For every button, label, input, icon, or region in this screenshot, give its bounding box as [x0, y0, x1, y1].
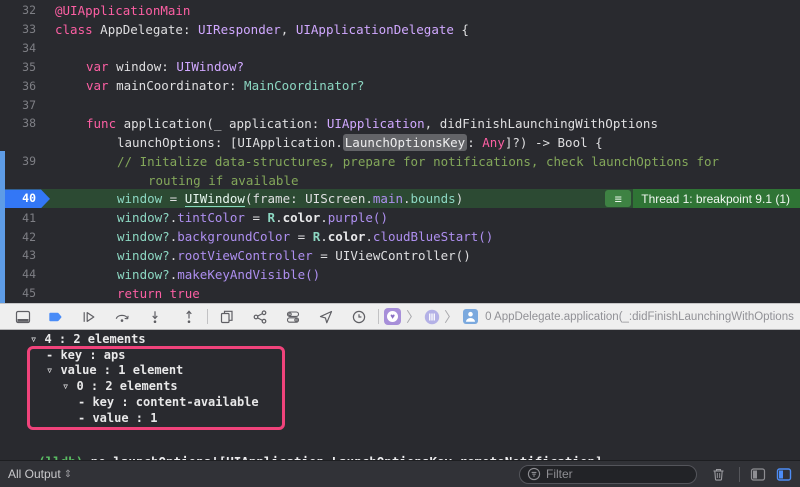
code-text: launchOptions: [UIApplication.LaunchOpti… [42, 135, 603, 150]
code-text: window = UIWindow(frame: UIScreen.main.b… [50, 191, 463, 206]
environment-overrides-icon[interactable] [285, 309, 301, 325]
code-text: window?.tintColor = R.color.purple() [42, 210, 388, 225]
line-number[interactable]: 33 [0, 22, 42, 36]
code-line-35[interactable]: 35var window: UIWindow? [0, 58, 800, 77]
code-text: @UIApplicationMain [42, 3, 190, 18]
thread-icon[interactable] [424, 309, 440, 325]
console-output-line: ▿ value : 1 element [0, 363, 800, 379]
line-number[interactable]: 35 [0, 60, 42, 74]
stack-frame-icon[interactable] [463, 309, 478, 324]
code-text: func application(_ application: UIApplic… [42, 116, 658, 131]
debug-console[interactable]: ▿ 4 : 2 elements- key : aps▿ value : 1 e… [0, 330, 800, 460]
filter-placeholder: Filter [546, 467, 573, 481]
filter-icon [527, 467, 541, 481]
code-line-45[interactable]: 45return true [0, 284, 800, 303]
code-lines: 32@UIApplicationMain33class AppDelegate:… [0, 1, 800, 303]
step-into-icon[interactable] [147, 309, 163, 325]
code-text: window?.makeKeyAndVisible() [42, 267, 320, 282]
breakpoint-annotation[interactable]: ≡Thread 1: breakpoint 9.1 (1) [605, 189, 800, 208]
code-text: window?.rootViewController = UIViewContr… [42, 248, 471, 263]
chevron-right-icon: 〉 [406, 307, 420, 327]
code-line-42[interactable]: 42window?.backgroundColor = R.color.clou… [0, 227, 800, 246]
output-scope-popup[interactable]: All Output ⇕ [8, 467, 72, 481]
code-line-37[interactable]: 37 [0, 95, 800, 114]
toolbar-separator [378, 309, 379, 324]
instruments-clock-icon[interactable] [351, 309, 367, 325]
console-output-line: ▿ 4 : 2 elements [0, 332, 800, 348]
code-line-34[interactable]: 34 [0, 39, 800, 58]
breakpoint-badge[interactable]: 40 [0, 189, 50, 208]
line-number[interactable]: 32 [0, 3, 42, 17]
code-line-cont[interactable]: launchOptions: [UIApplication.LaunchOpti… [0, 133, 800, 152]
line-number[interactable]: 42 [0, 230, 42, 244]
memory-graph-icon[interactable] [252, 309, 268, 325]
line-number[interactable]: 37 [0, 98, 42, 112]
code-line-39[interactable]: 39// Initalize data-structures, prepare … [0, 152, 800, 171]
code-line-cont[interactable]: routing if available [0, 171, 800, 190]
code-text: window?.backgroundColor = R.color.cloudB… [42, 229, 493, 244]
code-line-38[interactable]: 38func application(_ application: UIAppl… [0, 114, 800, 133]
hide-debug-area-icon[interactable] [15, 309, 31, 325]
code-text: class AppDelegate: UIResponder, UIApplic… [42, 22, 469, 37]
code-line-43[interactable]: 43window?.rootViewController = UIViewCon… [0, 246, 800, 265]
chevron-right-icon: 〉 [444, 307, 458, 327]
popup-arrows-icon: ⇕ [64, 469, 72, 480]
simulate-location-icon[interactable] [318, 309, 334, 325]
console-output: ▿ 4 : 2 elements- key : aps▿ value : 1 e… [0, 330, 800, 426]
console-output-line: ▿ 0 : 2 elements [0, 379, 800, 395]
source-editor[interactable]: 32@UIApplicationMain33class AppDelegate:… [0, 0, 800, 303]
console-filter-input[interactable]: Filter [519, 465, 697, 484]
line-number[interactable]: 34 [0, 41, 42, 55]
code-line-36[interactable]: 36var mainCoordinator: MainCoordinator? [0, 76, 800, 95]
console-output-line: - key : aps [0, 348, 800, 364]
console-bottom-bar: All Output ⇕ Filter [0, 460, 800, 487]
continue-execution-icon[interactable] [81, 309, 97, 325]
line-number[interactable]: 36 [0, 79, 42, 93]
console-output-line: - key : content-available [0, 395, 800, 411]
breakpoints-toggle-icon[interactable] [48, 309, 64, 325]
app-icon[interactable]: ♥ [384, 308, 401, 325]
clear-console-trash-icon[interactable] [710, 466, 727, 483]
breakpoint-detail-icon[interactable]: ≡ [605, 190, 631, 207]
step-out-icon[interactable] [181, 309, 197, 325]
code-line-32[interactable]: 32@UIApplicationMain [0, 1, 800, 20]
toolbar-separator [207, 309, 208, 324]
code-text: // Initalize data-structures, prepare fo… [42, 154, 719, 169]
line-number[interactable]: 39 [0, 154, 42, 168]
breakpoint-annotation-label: Thread 1: breakpoint 9.1 (1) [633, 189, 800, 208]
breadcrumb[interactable]: 0 AppDelegate.application(_:didFinishLau… [485, 311, 794, 323]
debug-view-hierarchy-icon[interactable] [219, 309, 235, 325]
code-text: var mainCoordinator: MainCoordinator? [42, 78, 364, 93]
code-line-40[interactable]: 40window = UIWindow(frame: UIScreen.main… [0, 189, 800, 208]
code-line-44[interactable]: 44window?.makeKeyAndVisible() [0, 265, 800, 284]
bottom-bar-separator [739, 467, 740, 482]
code-text: return true [42, 286, 200, 301]
code-line-33[interactable]: 33class AppDelegate: UIResponder, UIAppl… [0, 20, 800, 39]
debug-toolbar: ♥ 〉 〉 0 AppDelegate.application(_:didFin… [0, 303, 800, 330]
line-number[interactable]: 38 [0, 116, 42, 130]
line-number[interactable]: 45 [0, 286, 42, 300]
code-line-41[interactable]: 41window?.tintColor = R.color.purple() [0, 208, 800, 227]
code-text: var window: UIWindow? [42, 59, 244, 74]
step-over-icon[interactable] [114, 309, 130, 325]
show-variables-view-icon[interactable] [749, 466, 766, 483]
source-change-bar [0, 151, 5, 303]
line-number[interactable]: 41 [0, 211, 42, 225]
line-number[interactable]: 43 [0, 248, 42, 262]
code-text: routing if available [42, 173, 299, 188]
console-output-line: - value : 1 [0, 411, 800, 427]
line-number[interactable]: 44 [0, 267, 42, 281]
show-console-view-icon[interactable] [775, 466, 792, 483]
